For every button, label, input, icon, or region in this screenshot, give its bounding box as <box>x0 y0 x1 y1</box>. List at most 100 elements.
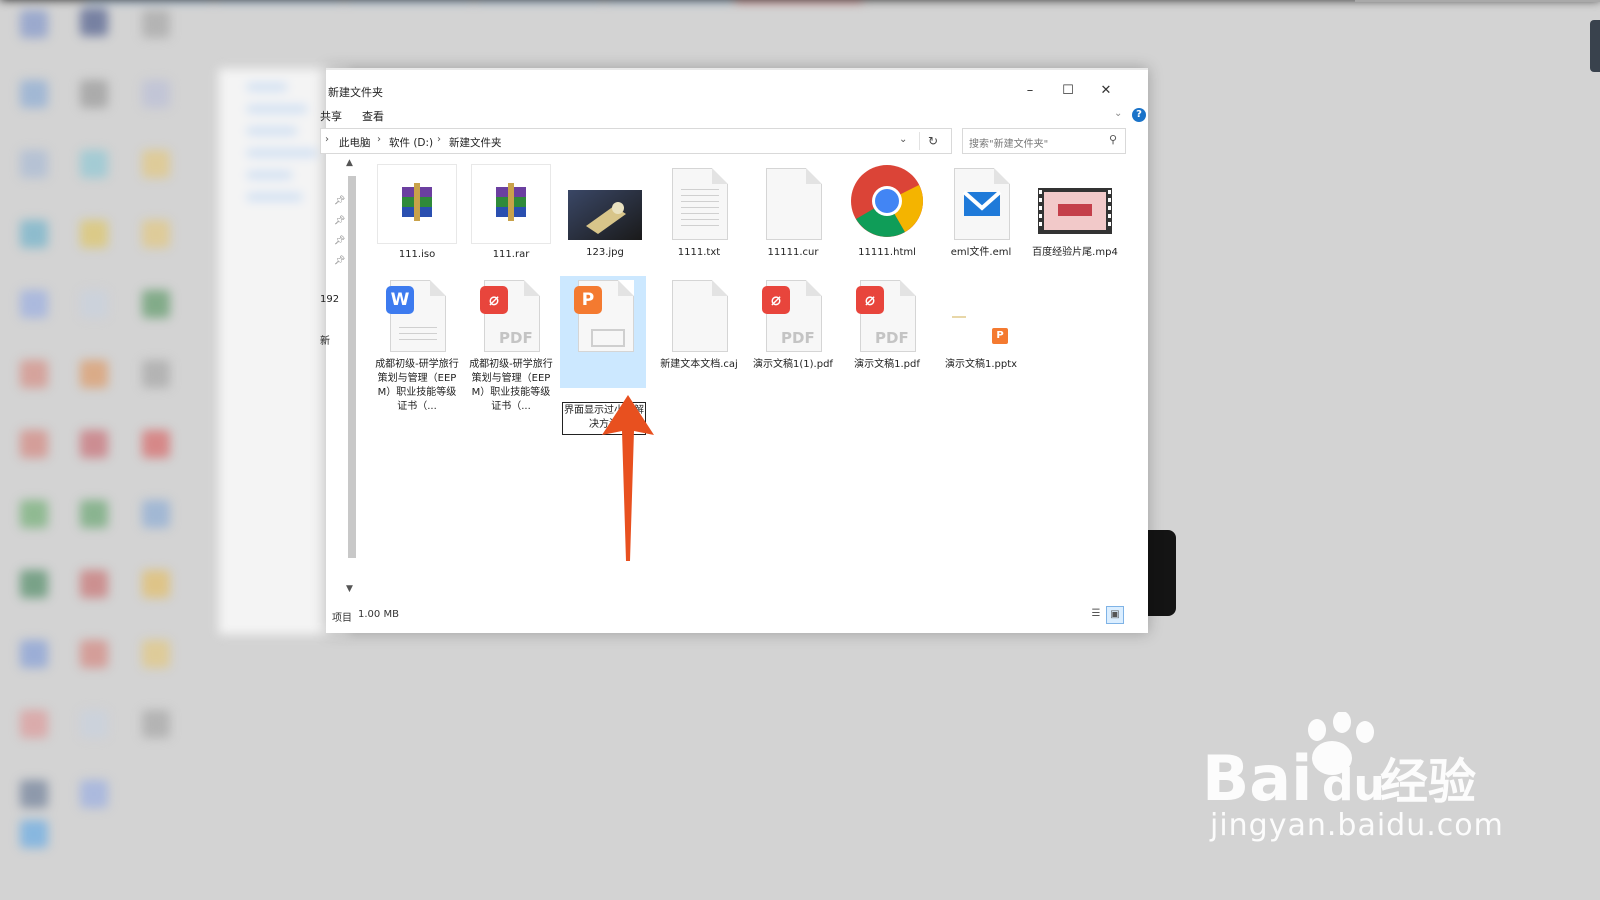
desktop-icon <box>80 360 108 388</box>
search-icon[interactable]: ⚲ <box>1109 133 1117 146</box>
desktop-icon <box>20 640 48 668</box>
file-item[interactable]: 1111.txt <box>656 164 742 260</box>
desktop-icon <box>20 780 48 808</box>
desktop-icon <box>80 500 108 528</box>
file-name: 11111.html <box>858 247 916 258</box>
background-device-edge <box>1148 530 1176 616</box>
chevron-down-icon[interactable]: ⌄ <box>1114 108 1122 119</box>
desktop-icon <box>20 80 48 108</box>
sidebar-item-fragment[interactable]: 192 <box>320 294 339 305</box>
taskbar-item[interactable] <box>736 0 862 2</box>
desktop-icon <box>142 430 170 458</box>
scrollbar-thumb[interactable] <box>348 176 356 558</box>
file-item[interactable]: eml文件.eml <box>938 164 1024 260</box>
desktop-icon <box>142 570 170 598</box>
breadcrumb-this-pc[interactable]: 此电脑 <box>339 135 371 150</box>
pin-icon: 📌︎ <box>334 236 346 246</box>
file-name: 1111.txt <box>677 247 721 258</box>
archive-icon <box>377 164 457 244</box>
desktop-icon <box>142 360 170 388</box>
title-bar[interactable]: 新建文件夹 – ☐ ✕ <box>326 70 1148 102</box>
details-view-icon[interactable]: ☰ <box>1088 606 1104 622</box>
taskbar-item[interactable] <box>476 0 602 2</box>
tab-share[interactable]: 共享 <box>320 108 342 124</box>
text-file-icon <box>660 164 738 242</box>
desktop-icon <box>80 150 108 178</box>
file-name: 111.iso <box>398 249 436 260</box>
svg-text:Bai: Bai <box>1202 742 1312 812</box>
baidu-watermark-logo: Bai du 经验 <box>1202 712 1476 812</box>
scroll-down-icon[interactable]: ▼ <box>346 584 353 594</box>
maximize-button[interactable]: ☐ <box>1054 82 1082 100</box>
desktop-icon <box>142 290 170 318</box>
file-name: 成都初级-研学旅行策划与管理（EEPM）职业技能等级证书（... <box>375 359 459 412</box>
file-item[interactable]: 11111.html <box>844 164 930 260</box>
file-item[interactable]: 111.rar <box>468 164 554 262</box>
address-bar[interactable]: › 此电脑 › 软件 (D:) › 新建文件夹 ⌄ ↻ <box>320 128 952 154</box>
file-item[interactable]: 123.jpg <box>562 164 648 260</box>
chrome-icon <box>848 164 926 242</box>
scroll-up-icon[interactable]: ▲ <box>346 158 353 168</box>
desktop-icon <box>142 640 170 668</box>
large-icons-view-icon[interactable]: ▣ <box>1106 606 1124 624</box>
file-name: eml文件.eml <box>950 247 1012 258</box>
chevron-right-icon: › <box>377 134 381 145</box>
desktop-icon <box>20 430 48 458</box>
file-item[interactable]: 111.iso <box>374 164 460 262</box>
video-thumbnail <box>1036 164 1114 242</box>
file-item[interactable]: 11111.cur <box>750 164 836 260</box>
status-items-label: 项目 <box>332 613 352 624</box>
file-item[interactable]: W 成都初级-研学旅行策划与管理（EEPM）职业技能等级证书（... <box>374 276 460 414</box>
taskbar-item[interactable] <box>606 0 732 2</box>
chevron-right-icon: › <box>437 134 441 145</box>
file-item[interactable]: PDF ⌀ 演示文稿1.pdf <box>844 276 930 372</box>
edge-tab <box>1590 20 1600 72</box>
file-item-selected[interactable]: P <box>562 276 648 354</box>
pin-icon: 📌︎ <box>334 256 346 266</box>
pptx-icon: P <box>942 276 1020 354</box>
ribbon: 共享 查看 <box>320 104 1148 128</box>
pdf-icon: PDF ⌀ <box>848 276 926 354</box>
file-name: 百度经验片尾.mp4 <box>1032 247 1118 258</box>
pdf-icon: PDF ⌀ <box>472 276 550 354</box>
file-name: 11111.cur <box>767 247 819 258</box>
taskbar-item[interactable] <box>216 0 342 2</box>
archive-icon <box>471 164 551 244</box>
file-item[interactable]: PDF ⌀ 演示文稿1(1).pdf <box>750 276 836 372</box>
refresh-button[interactable]: ↻ <box>919 132 946 150</box>
blank-file-icon <box>660 276 738 354</box>
address-dropdown-icon[interactable]: ⌄ <box>899 134 907 145</box>
file-item[interactable]: 百度经验片尾.mp4 <box>1032 164 1118 260</box>
svg-text:经验: 经验 <box>1380 754 1476 810</box>
blank-file-icon <box>754 164 832 242</box>
desktop-icon <box>142 500 170 528</box>
sidebar-item-fragment[interactable]: 新 <box>320 332 330 347</box>
svg-text:du: du <box>1322 760 1385 811</box>
desktop-icon <box>20 500 48 528</box>
desktop-icon <box>80 640 108 668</box>
tab-view[interactable]: 查看 <box>362 108 384 124</box>
help-icon[interactable]: ? <box>1132 108 1146 122</box>
taskbar-item[interactable] <box>346 0 472 2</box>
breadcrumb-drive-d[interactable]: 软件 (D:) <box>389 135 433 150</box>
taskbar-item[interactable] <box>86 0 212 2</box>
minimize-button[interactable]: – <box>1016 82 1044 100</box>
file-name: 成都初级-研学旅行策划与管理（EEPM）职业技能等级证书（... <box>469 359 553 412</box>
breadcrumb-new-folder[interactable]: 新建文件夹 <box>449 135 502 150</box>
desktop-icon <box>80 80 108 108</box>
search-input[interactable]: 搜索"新建文件夹" <box>969 135 1048 150</box>
file-item[interactable]: P 演示文稿1.pptx <box>938 276 1024 372</box>
file-name: 111.rar <box>492 249 530 260</box>
file-item[interactable]: PDF ⌀ 成都初级-研学旅行策划与管理（EEPM）职业技能等级证书（... <box>468 276 554 414</box>
desktop-icon <box>20 360 48 388</box>
window-title: 新建文件夹 <box>328 86 383 99</box>
close-button[interactable]: ✕ <box>1092 82 1120 100</box>
desktop-icon <box>80 430 108 458</box>
file-explorer-window[interactable]: 新建文件夹 – ☐ ✕ 共享 查看 ⌄ ? › 此电脑 › 软件 (D:) › … <box>320 68 1148 633</box>
desktop-icon <box>80 220 108 248</box>
file-item[interactable]: 新建文本文档.caj <box>656 276 742 372</box>
desktop-icon <box>80 8 108 36</box>
search-box[interactable]: 搜索"新建文件夹" ⚲ <box>962 128 1126 154</box>
desktop-icon <box>20 820 48 848</box>
word-icon: W <box>378 276 456 354</box>
